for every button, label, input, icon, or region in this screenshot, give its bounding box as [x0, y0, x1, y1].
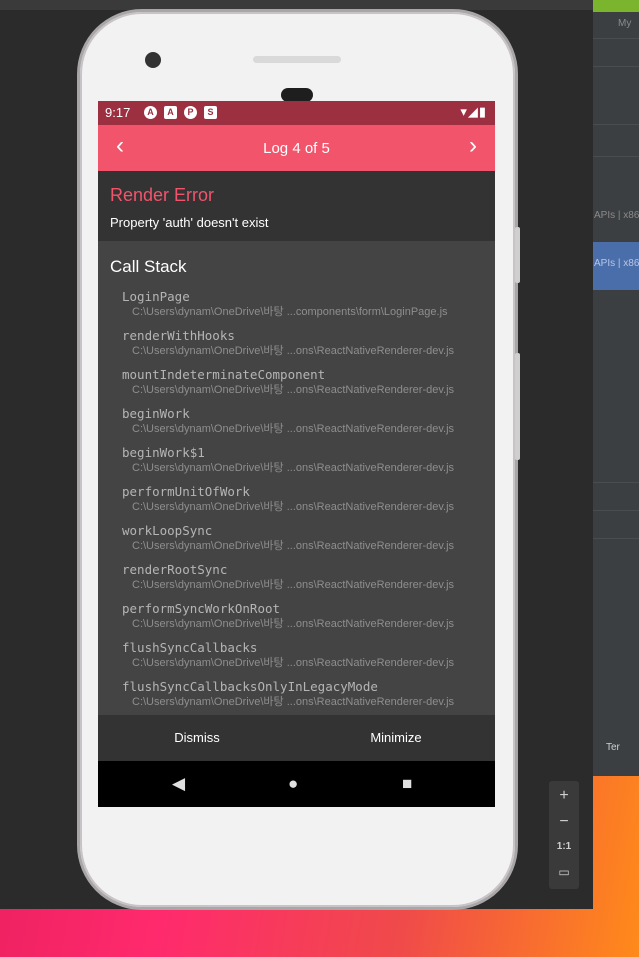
resize-icon[interactable]: ▭ [549, 865, 579, 879]
stack-frame[interactable]: performSyncWorkOnRoot C:\Users\dynam\OneD… [122, 601, 492, 640]
divider [593, 38, 639, 39]
frame-function: beginWork [122, 406, 190, 421]
frame-function: renderRootSync [122, 562, 228, 577]
app-notification-icon: A [164, 106, 177, 119]
divider [593, 482, 639, 483]
zoom-out-button[interactable]: − [549, 813, 579, 831]
frame-function: mountIndeterminateComponent [122, 367, 326, 382]
frame-path: C:\Users\dynam\OneDrive\바탕 ...ons\ReactN… [132, 423, 455, 435]
log-footer: Dismiss Minimize [98, 715, 495, 761]
earpiece [253, 56, 341, 63]
frame-path: C:\Users\dynam\OneDrive\바탕 ...ons\ReactN… [132, 540, 455, 552]
frame-path: C:\Users\dynam\OneDrive\바탕 ...ons\ReactN… [132, 657, 455, 669]
stack-frame[interactable]: LoginPage C:\Users\dynam\OneDrive\바탕 ...c… [122, 289, 492, 328]
frame-path: C:\Users\dynam\OneDrive\바탕 ...ons\ReactN… [132, 696, 455, 708]
stack-frame[interactable]: beginWork$1 C:\Users\dynam\OneDrive\바탕 ..… [122, 445, 492, 484]
status-time: 9:17 [105, 105, 131, 120]
panel-label: My [618, 18, 632, 29]
frame-function: flushSyncCallbacksOnlyInLegacyMode [122, 679, 378, 694]
stack-frame[interactable]: performUnitOfWork C:\Users\dynam\OneDrive… [122, 484, 492, 523]
error-title: Render Error [110, 185, 215, 205]
error-summary: Render Error Property 'auth' doesn't exi… [98, 171, 495, 241]
frame-path: C:\Users\dynam\OneDrive\바탕 ...ons\ReactN… [132, 462, 455, 474]
divider [593, 66, 639, 67]
minimize-button[interactable]: Minimize [297, 715, 495, 761]
home-icon[interactable]: ● [288, 761, 298, 807]
frame-function: flushSyncCallbacks [122, 640, 258, 655]
background-ide-panel [593, 12, 639, 776]
divider [593, 510, 639, 511]
frame-path: C:\Users\dynam\OneDrive\바탕 ...ons\ReactN… [132, 501, 455, 513]
power-button[interactable] [515, 227, 520, 283]
divider [593, 538, 639, 539]
frame-function: workLoopSync [122, 523, 213, 538]
frame-function: performSyncWorkOnRoot [122, 601, 281, 616]
dismiss-button[interactable]: Dismiss [98, 715, 296, 761]
frame-function: performUnitOfWork [122, 484, 250, 499]
frame-path: C:\Users\dynam\OneDrive\바탕 ...ons\ReactN… [132, 345, 455, 357]
stack-frame[interactable]: mountIndeterminateComponent C:\Users\dyna… [122, 367, 492, 406]
panel-label: APIs | x86 [594, 210, 639, 221]
frame-path: C:\Users\dynam\OneDrive\바탕 ...components… [132, 306, 448, 318]
emulator-zoom-controls: + − 1:1 ▭ [549, 781, 579, 889]
stack-frame[interactable]: beginWork C:\Users\dynam\OneDrive\바탕 ...o… [122, 406, 492, 445]
stack-frame[interactable]: flushSyncCallbacks C:\Users\dynam\OneDriv… [122, 640, 492, 679]
volume-button[interactable] [515, 353, 520, 460]
frame-function: renderWithHooks [122, 328, 235, 343]
recents-icon[interactable]: ■ [402, 761, 412, 807]
stack-frames: LoginPage C:\Users\dynam\OneDrive\바탕 ...c… [122, 289, 492, 715]
sensor [281, 88, 313, 102]
terminal-tab[interactable]: Ter [606, 742, 620, 753]
next-log-icon[interactable]: › [469, 134, 477, 158]
ratio-button[interactable]: 1:1 [549, 841, 579, 852]
sd-card-icon: S [204, 106, 217, 119]
frame-path: C:\Users\dynam\OneDrive\바탕 ...ons\ReactN… [132, 384, 455, 396]
camera-icon [145, 52, 161, 68]
app-notification-icon: A [144, 106, 157, 119]
background-app-strip [593, 0, 639, 12]
emulator-toolbar [0, 0, 593, 10]
stack-frame[interactable]: workLoopSync C:\Users\dynam\OneDrive\바탕 .… [122, 523, 492, 562]
log-counter: Log 4 of 5 [263, 140, 330, 157]
frame-function: LoginPage [122, 289, 190, 304]
device-screen: 9:17 A A P S ▾◢▮ ‹ Log 4 of 5 › Render E… [98, 101, 495, 807]
log-header: ‹ Log 4 of 5 › [98, 125, 495, 171]
android-nav-bar: ◀ ● ■ [98, 761, 495, 807]
stack-frame[interactable]: flushSyncCallbacksOnlyInLegacyMode C:\Use… [122, 679, 492, 715]
frame-path: C:\Users\dynam\OneDrive\바탕 ...ons\ReactN… [132, 618, 455, 630]
call-stack-panel[interactable]: Call Stack LoginPage C:\Users\dynam\OneDr… [98, 241, 495, 715]
frame-path: C:\Users\dynam\OneDrive\바탕 ...ons\ReactN… [132, 579, 455, 591]
divider [593, 156, 639, 157]
app-notification-icon: P [184, 106, 197, 119]
status-bar: 9:17 A A P S ▾◢▮ [98, 101, 495, 125]
frame-function: beginWork$1 [122, 445, 205, 460]
call-stack-title: Call Stack [110, 257, 187, 276]
panel-label: APIs | x86 [594, 258, 639, 269]
error-message: Property 'auth' doesn't exist [110, 215, 269, 230]
back-icon[interactable]: ◀ [172, 761, 185, 807]
divider [593, 124, 639, 125]
zoom-in-button[interactable]: + [549, 787, 579, 805]
signal-battery-icons: ▾◢▮ [460, 104, 487, 119]
stack-frame[interactable]: renderWithHooks C:\Users\dynam\OneDrive\바… [122, 328, 492, 367]
stack-frame[interactable]: renderRootSync C:\Users\dynam\OneDrive\바탕… [122, 562, 492, 601]
